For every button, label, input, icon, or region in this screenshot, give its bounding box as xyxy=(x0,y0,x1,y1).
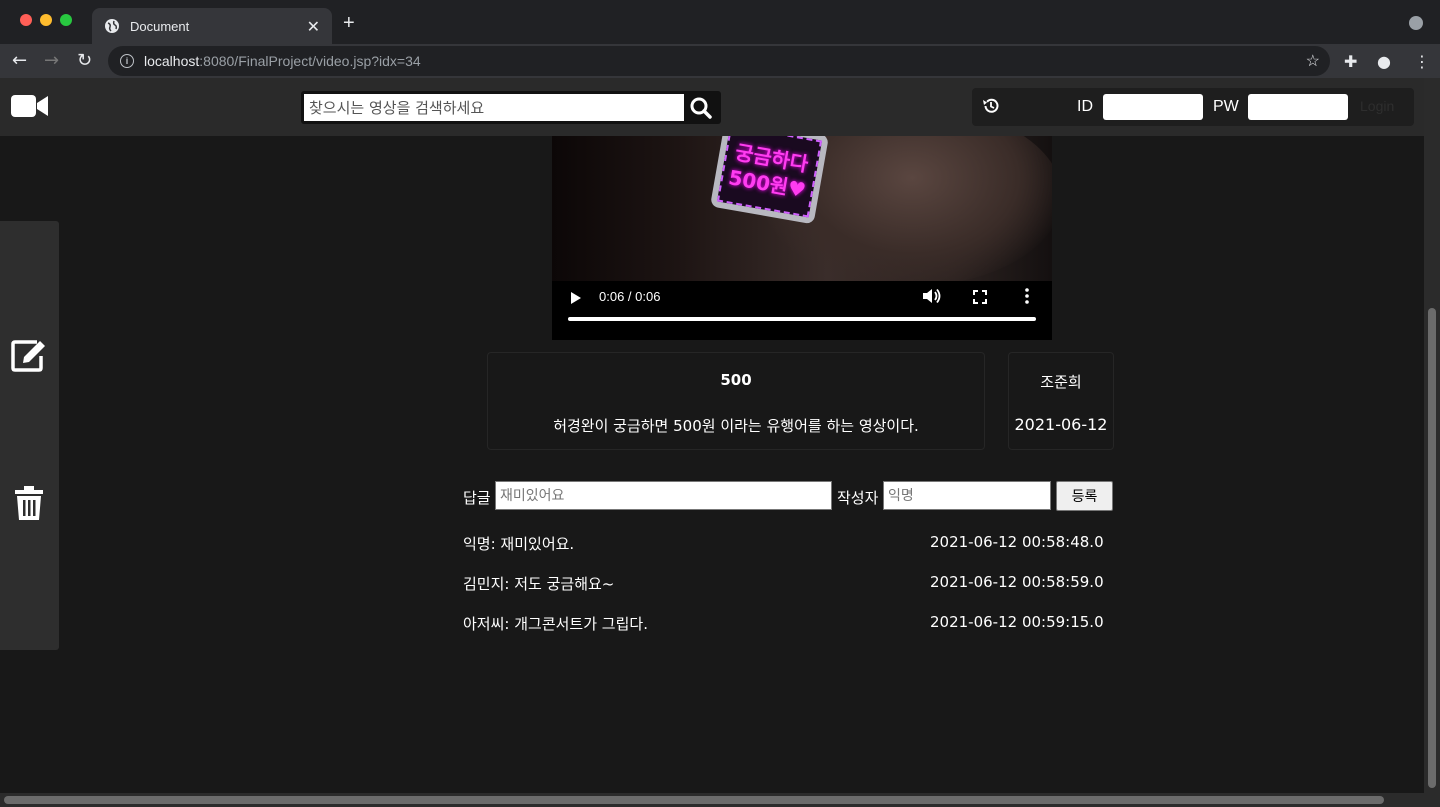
search-icon[interactable] xyxy=(690,97,712,119)
close-window-button[interactable] xyxy=(20,14,32,26)
video-time: 0:06 / 0:06 xyxy=(599,289,661,304)
vertical-scroll-thumb[interactable] xyxy=(1428,308,1436,788)
video-title: 500 xyxy=(720,371,752,389)
browser-toolbar: ← → ↻ i localhost:8080/FinalProject/vide… xyxy=(0,44,1440,78)
reply-label: 답글 xyxy=(463,489,491,507)
forward-icon[interactable]: → xyxy=(44,50,59,72)
video-more-icon[interactable] xyxy=(1025,288,1029,304)
comment-date: 2021-06-12 00:59:15.0 xyxy=(930,613,1104,631)
comment-date: 2021-06-12 00:58:59.0 xyxy=(930,573,1104,591)
address-bar[interactable]: i localhost:8080/FinalProject/video.jsp?… xyxy=(108,46,1330,76)
profile-icon[interactable]: ● xyxy=(1377,52,1391,71)
trash-icon[interactable] xyxy=(15,486,43,520)
browser-menu-icon[interactable]: ⋮ xyxy=(1414,52,1430,71)
id-label: ID xyxy=(1077,98,1093,115)
tab-title: Document xyxy=(130,18,190,34)
video-date: 2021-06-12 xyxy=(1014,415,1108,434)
video-controls: 0:06 / 0:06 xyxy=(552,281,1052,340)
video-author: 조준희 xyxy=(1040,373,1082,391)
search-bar xyxy=(301,91,721,124)
comment-text: 김민지: 저도 궁금해요~ xyxy=(463,575,615,593)
comment-item: 아저씨: 개그콘서트가 그립다. 2021-06-12 00:59:15.0 xyxy=(463,613,1123,653)
comment-form: 답글 작성자 등록 xyxy=(463,481,1123,511)
comment-item: 익명: 재미있어요. 2021-06-12 00:58:48.0 xyxy=(463,533,1123,573)
browser-tab[interactable]: Document ✕ xyxy=(92,8,332,44)
author-input[interactable] xyxy=(883,481,1051,510)
url-path: :8080/FinalProject/video.jsp?idx=34 xyxy=(199,53,421,69)
comment-date: 2021-06-12 00:58:48.0 xyxy=(930,533,1104,551)
video-description: 허경완이 궁금하면 500원 이라는 유행어를 하는 영상이다. xyxy=(553,417,919,435)
horizontal-scrollbar[interactable] xyxy=(0,793,1440,807)
pw-input[interactable] xyxy=(1248,94,1348,120)
submit-comment-button[interactable]: 등록 xyxy=(1056,481,1113,511)
video-camera-icon[interactable] xyxy=(11,95,48,117)
site-info-icon[interactable]: i xyxy=(120,54,134,68)
horizontal-scroll-thumb[interactable] xyxy=(4,796,1384,804)
comment-text: 아저씨: 개그콘서트가 그립다. xyxy=(463,615,648,633)
video-progress-bar[interactable] xyxy=(568,317,1036,321)
bookmark-star-icon[interactable]: ☆ xyxy=(1306,51,1320,71)
video-info-panel: 500 허경완이 궁금하면 500원 이라는 유행어를 하는 영상이다. xyxy=(487,352,985,450)
video-meta-panel: 조준희 2021-06-12 xyxy=(1008,352,1114,450)
browser-tab-strip: Document ✕ + xyxy=(0,0,1440,44)
author-label: 작성자 xyxy=(837,489,879,507)
id-input[interactable] xyxy=(1103,94,1203,120)
video-player[interactable]: 궁금하다 500원♥ 0:06 / 0:06 xyxy=(552,136,1052,340)
edit-icon[interactable] xyxy=(11,338,48,372)
comment-list: 익명: 재미있어요. 2021-06-12 00:58:48.0 김민지: 저도… xyxy=(463,533,1123,653)
new-tab-button[interactable]: + xyxy=(343,12,355,35)
page-viewport: ID PW Login 궁금하다 500원♥ xyxy=(0,78,1424,793)
back-icon[interactable]: ← xyxy=(12,50,27,72)
extensions-icon[interactable]: ✚ xyxy=(1344,52,1357,71)
login-panel: ID PW Login xyxy=(972,88,1414,126)
play-icon[interactable] xyxy=(571,292,581,304)
tab-search-icon[interactable] xyxy=(1409,16,1423,30)
tab-close-icon[interactable]: ✕ xyxy=(307,17,320,36)
reply-input[interactable] xyxy=(495,481,832,510)
video-frame[interactable]: 궁금하다 500원♥ xyxy=(552,136,1052,286)
url-host: localhost xyxy=(144,53,200,69)
maximize-window-button[interactable] xyxy=(60,14,72,26)
volume-icon[interactable] xyxy=(923,288,941,304)
globe-icon xyxy=(105,19,119,33)
reload-icon[interactable]: ↻ xyxy=(77,50,92,72)
comment-item: 김민지: 저도 궁금해요~ 2021-06-12 00:58:59.0 xyxy=(463,573,1123,613)
login-button[interactable]: Login xyxy=(1360,98,1394,114)
action-sidebar xyxy=(0,221,59,650)
vertical-scrollbar[interactable] xyxy=(1424,78,1440,793)
comment-text: 익명: 재미있어요. xyxy=(463,535,575,553)
minimize-window-button[interactable] xyxy=(40,14,52,26)
pw-label: PW xyxy=(1213,98,1239,115)
site-header: ID PW Login xyxy=(0,78,1424,136)
history-icon[interactable] xyxy=(982,97,1000,115)
fullscreen-icon[interactable] xyxy=(973,290,987,304)
search-input[interactable] xyxy=(304,94,684,121)
video-phone-overlay: 궁금하다 500원♥ xyxy=(709,136,830,225)
